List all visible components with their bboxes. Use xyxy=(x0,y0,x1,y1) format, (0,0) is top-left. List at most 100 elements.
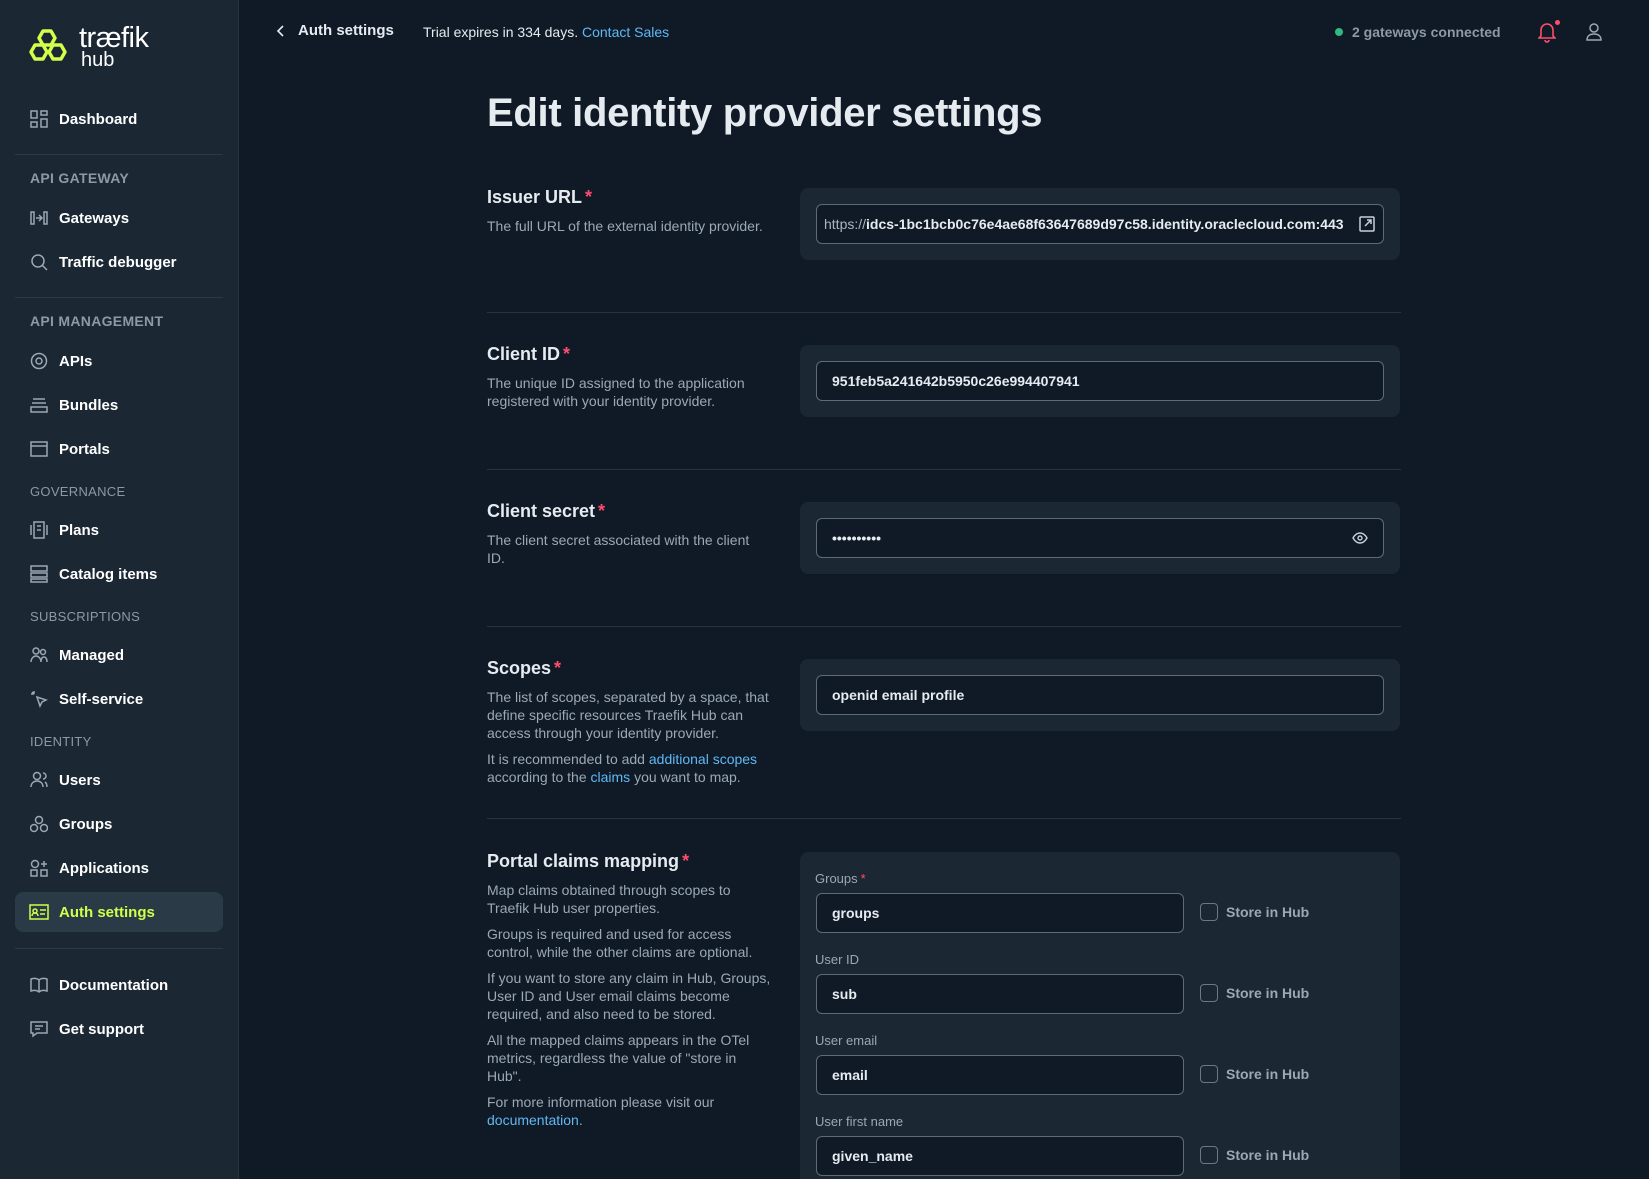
sidebar-item-label: Bundles xyxy=(59,396,119,414)
store-in-hub-label: Store in Hub xyxy=(1226,1066,1310,1082)
required-marker: * xyxy=(860,871,866,886)
claims-mapping-label-text: Portal claims mapping xyxy=(487,851,680,871)
claim-user-id-input[interactable]: sub xyxy=(816,974,1184,1014)
sidebar-item-bundles[interactable]: Bundles xyxy=(15,385,223,425)
sidebar-item-gateways[interactable]: Gateways xyxy=(15,198,223,238)
back-label: Auth settings xyxy=(298,22,394,39)
sidebar-item-label: Self-service xyxy=(59,690,144,708)
sidebar-item-label: APIs xyxy=(59,352,93,370)
sidebar-item-apis[interactable]: APIs xyxy=(15,341,223,381)
sidebar-item-label: Auth settings xyxy=(59,903,155,921)
issuer-url-description: The full URL of the external identity pr… xyxy=(487,218,763,234)
sidebar-item-managed[interactable]: Managed xyxy=(15,635,223,675)
claims-desc-5: For more information please visit our do… xyxy=(487,1093,772,1129)
gateway-icon xyxy=(29,208,49,228)
scopes-rec-prefix: It is recommended to add xyxy=(487,751,645,767)
sidebar: træfik hub Dashboard API GATEWAY Gateway… xyxy=(0,0,239,1179)
documentation-link[interactable]: documentation xyxy=(487,1112,579,1128)
divider xyxy=(487,312,1401,313)
sidebar-item-plans[interactable]: Plans xyxy=(15,510,223,550)
sidebar-item-get-support[interactable]: Get support xyxy=(15,1009,223,1049)
sidebar-item-self-service[interactable]: Self-service xyxy=(15,679,223,719)
claims-desc-5-suffix: . xyxy=(578,1112,583,1128)
catalog-icon xyxy=(29,564,49,584)
divider xyxy=(15,297,223,298)
claim-groups-label: Groups * xyxy=(815,871,866,886)
external-link-icon[interactable] xyxy=(1359,216,1375,232)
scopes-label-text: Scopes xyxy=(487,658,552,678)
issuer-url-label-text: Issuer URL xyxy=(487,187,583,207)
claims-desc-5-prefix: For more information please visit our xyxy=(487,1094,715,1110)
checkbox-icon xyxy=(1200,903,1218,921)
applications-icon xyxy=(29,858,49,878)
sidebar-item-auth-settings[interactable]: Auth settings xyxy=(15,892,223,932)
search-icon xyxy=(29,252,49,272)
user-icon[interactable] xyxy=(1586,23,1602,41)
sidebar-item-label: Plans xyxy=(59,521,100,539)
plans-icon xyxy=(29,520,49,540)
sidebar-item-dashboard[interactable]: Dashboard xyxy=(15,99,223,139)
divider xyxy=(487,469,1401,470)
claim-user-first-name-input[interactable]: given_name xyxy=(816,1136,1184,1176)
claim-groups-input[interactable]: groups xyxy=(816,893,1184,933)
issuer-url-input[interactable]: https://idcs-1bc1bcb0c76e4ae68f63647689d… xyxy=(816,204,1384,244)
store-in-hub-user-email-checkbox[interactable]: Store in Hub xyxy=(1200,1065,1309,1083)
sidebar-item-portals[interactable]: Portals xyxy=(15,429,223,469)
claim-groups-label-text: Groups xyxy=(815,871,858,886)
scopes-rec-suffix: you want to map. xyxy=(634,769,741,785)
claims-desc-3: If you want to store any claim in Hub, G… xyxy=(487,970,771,1022)
additional-scopes-link[interactable]: additional scopes xyxy=(649,751,757,767)
bell-icon[interactable] xyxy=(1538,21,1556,43)
section-subscriptions: SUBSCRIPTIONS xyxy=(30,609,141,624)
sidebar-item-label: Catalog items xyxy=(59,565,158,583)
scopes-rec-middle: according to the xyxy=(487,769,587,785)
gateways-status[interactable]: 2 gateways connected xyxy=(1335,24,1501,40)
client-secret-label-text: Client secret xyxy=(487,501,596,521)
back-button[interactable]: Auth settings xyxy=(276,22,394,39)
eye-icon[interactable] xyxy=(1352,532,1368,544)
claim-user-id-value: sub xyxy=(832,986,857,1002)
sidebar-item-users[interactable]: Users xyxy=(15,760,223,800)
sidebar-item-label: Portals xyxy=(59,440,110,458)
contact-sales-link[interactable]: Contact Sales xyxy=(582,24,669,40)
required-marker: * xyxy=(563,344,571,364)
store-in-hub-user-first-name-checkbox[interactable]: Store in Hub xyxy=(1200,1146,1309,1164)
required-marker: * xyxy=(598,501,606,521)
sidebar-item-documentation[interactable]: Documentation xyxy=(15,965,223,1005)
divider xyxy=(487,818,1401,819)
scopes-input[interactable]: openid email profile xyxy=(816,675,1384,715)
store-in-hub-label: Store in Hub xyxy=(1226,904,1310,920)
sidebar-item-label: Documentation xyxy=(59,976,169,994)
sidebar-item-catalog-items[interactable]: Catalog items xyxy=(15,554,223,594)
claims-mapping-description: Map claims obtained through scopes to Tr… xyxy=(487,881,772,1137)
client-secret-input[interactable]: •••••••••• xyxy=(816,518,1384,558)
client-id-value: 951feb5a241642b5950c26e994407941 xyxy=(832,373,1080,389)
store-in-hub-user-id-checkbox[interactable]: Store in Hub xyxy=(1200,984,1309,1002)
checkbox-icon xyxy=(1200,1146,1218,1164)
sidebar-item-traffic-debugger[interactable]: Traffic debugger xyxy=(15,242,223,282)
claims-link[interactable]: claims xyxy=(591,769,631,785)
client-id-input[interactable]: 951feb5a241642b5950c26e994407941 xyxy=(816,361,1384,401)
scopes-description-text: The list of scopes, separated by a space… xyxy=(487,689,769,741)
divider xyxy=(15,154,223,155)
section-api-management: API MANAGEMENT xyxy=(30,313,164,329)
chevron-left-icon xyxy=(276,24,284,37)
users-icon xyxy=(29,770,49,790)
sidebar-item-groups[interactable]: Groups xyxy=(15,804,223,844)
sidebar-item-label: Managed xyxy=(59,646,125,664)
sidebar-item-applications[interactable]: Applications xyxy=(15,848,223,888)
managed-icon xyxy=(29,645,49,665)
claim-user-email-input[interactable]: email xyxy=(816,1055,1184,1095)
client-secret-label: Client secret * xyxy=(487,501,605,522)
id-card-icon xyxy=(29,902,49,922)
traefik-hub-logo[interactable]: træfik hub xyxy=(29,24,149,70)
scopes-recommendation: It is recommended to add additional scop… xyxy=(487,750,777,786)
sidebar-item-label: Groups xyxy=(59,815,113,833)
store-in-hub-groups-checkbox[interactable]: Store in Hub xyxy=(1200,903,1309,921)
divider xyxy=(487,626,1401,627)
claims-mapping-label: Portal claims mapping * xyxy=(487,851,689,872)
dashboard-icon xyxy=(29,109,49,129)
client-secret-description: The client secret associated with the cl… xyxy=(487,532,750,566)
claim-user-id-label: User ID xyxy=(815,952,860,967)
sidebar-item-label: Get support xyxy=(59,1020,144,1038)
